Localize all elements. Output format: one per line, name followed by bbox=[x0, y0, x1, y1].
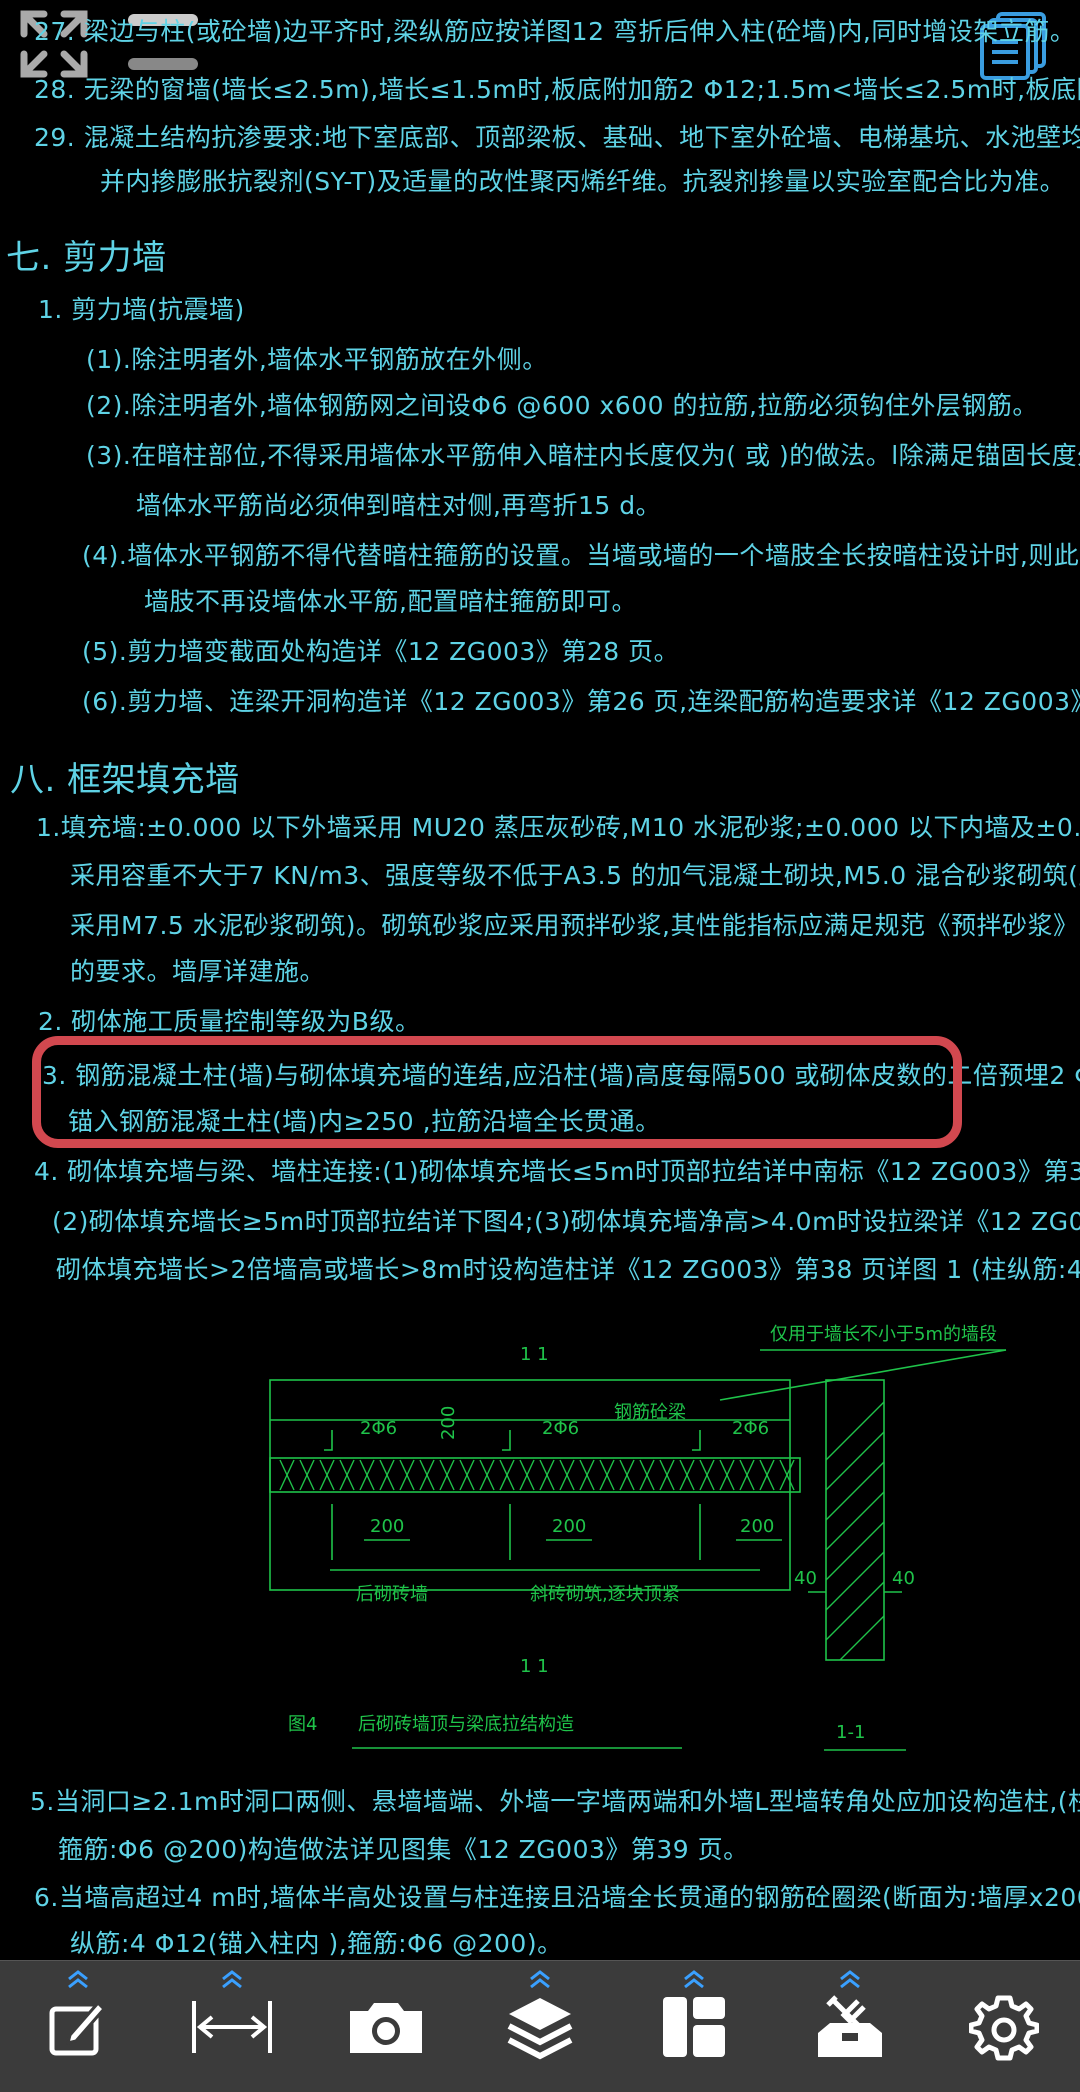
rebar-label: 2Φ6 bbox=[732, 1418, 769, 1439]
figure-title: 后砌砖墙顶与梁底拉结构造 bbox=[358, 1714, 574, 1735]
layers-icon bbox=[507, 1998, 573, 2060]
camera-button[interactable] bbox=[326, 1961, 446, 2092]
chevron-up-icon[interactable] bbox=[682, 1969, 706, 1989]
section-mark-bottom: 1 1 bbox=[520, 1656, 549, 1677]
dim-vertical: 200 bbox=[438, 1406, 459, 1440]
figure-number: 图4 bbox=[288, 1714, 317, 1735]
section-mark-top: 1 1 bbox=[520, 1344, 549, 1365]
camera-icon bbox=[350, 2003, 422, 2053]
sec8-line: (2)砌体填充墙长≥5m时顶部拉结详下图4;(3)砌体填充墙净高>4.0m时设拉… bbox=[52, 1207, 1080, 1236]
layout-button[interactable] bbox=[634, 1961, 754, 2092]
sec7-item: (5).剪力墙变截面处构造详《12 ZG003》第28 页。 bbox=[82, 637, 680, 666]
cad-drawing-canvas[interactable]: 27. 梁边与柱(或砼墙)边平齐时,梁纵筋应按详图12 弯折后伸入柱(砼墙)内,… bbox=[0, 0, 1080, 1960]
markup-highlight-box[interactable] bbox=[32, 1036, 962, 1148]
note-line-29-cont: 并内掺膨胀抗裂剂(SY-T)及适量的改性聚丙烯纤维。抗裂剂掺量以实验室配合比为准… bbox=[100, 167, 1066, 196]
section-7-title: 七. 剪力墙 bbox=[6, 238, 167, 278]
sec7-item: (1).除注明者外,墙体水平钢筋放在外侧。 bbox=[86, 345, 548, 374]
section-label: 1-1 bbox=[836, 1722, 865, 1743]
measure-icon bbox=[192, 2001, 272, 2053]
note-line-28: 28. 无梁的窗墙(墙长≤2.5m),墙长≤1.5m时,板底附加筋2 Φ12;1… bbox=[34, 75, 1080, 104]
sec8-line: 的要求。墙厚详建施。 bbox=[70, 957, 326, 986]
section-7-subtitle: 1. 剪力墙(抗震墙) bbox=[38, 295, 245, 324]
hatch-pattern bbox=[279, 1459, 795, 1491]
label-brick: 斜砖砌筑,逐块顶紧 bbox=[530, 1584, 680, 1605]
sec7-item: (6).剪力墙、连梁开洞构造详《12 ZG003》第26 页,连梁配筋构造要求详… bbox=[82, 687, 1080, 716]
sec8-line: 采用容重不大于7 KN/m3、强度等级不低于A3.5 的加气混凝土砌块,M5.0… bbox=[70, 861, 1080, 890]
dim-40-left: 40 bbox=[794, 1568, 817, 1589]
label-wall: 后砌砖墙 bbox=[356, 1584, 428, 1605]
rebar-label: 2Φ6 bbox=[542, 1418, 579, 1439]
section-8-title: 八. 框架填充墙 bbox=[10, 760, 240, 800]
overlay-handle-secondary bbox=[128, 58, 198, 70]
sec8-line: 2. 砌体施工质量控制等级为B级。 bbox=[38, 1007, 421, 1036]
sec7-item: (3).在暗柱部位,不得采用墙体水平筋伸入暗柱内长度仅为( 或 )的做法。l除满… bbox=[86, 441, 1080, 470]
layout-icon bbox=[663, 1997, 725, 2057]
sec7-item: 墙肢不再设墙体水平筋,配置暗柱箍筋即可。 bbox=[144, 587, 637, 616]
sec7-item: (2).除注明者外,墙体钢筋网之间设Φ6 @600 x600 的拉筋,拉筋必须钩… bbox=[86, 391, 1038, 420]
chevron-up-icon[interactable] bbox=[220, 1969, 244, 1989]
edit-icon bbox=[49, 2000, 107, 2056]
section-1-1-outline bbox=[825, 1379, 885, 1661]
sec8-line: 砌体填充墙长>2倍墙高或墙长>8m时设构造柱详《12 ZG003》第38 页详图… bbox=[56, 1255, 1080, 1284]
dim-40-right: 40 bbox=[892, 1568, 915, 1589]
layers-button[interactable] bbox=[480, 1961, 600, 2092]
sec7-item: (4).墙体水平钢筋不得代替暗柱箍筋的设置。当墙或墙的一个墙肢全长按暗柱设计时,… bbox=[82, 541, 1080, 570]
rebar-label: 2Φ6 bbox=[360, 1418, 397, 1439]
chevron-up-icon[interactable] bbox=[66, 1969, 90, 1989]
settings-icon bbox=[969, 1995, 1039, 2061]
chevron-up-icon[interactable] bbox=[838, 1969, 862, 1989]
dim-200: 200 bbox=[370, 1516, 404, 1537]
settings-button[interactable] bbox=[944, 1961, 1064, 2092]
dim-200: 200 bbox=[740, 1516, 774, 1537]
dim-200: 200 bbox=[552, 1516, 586, 1537]
sec8-line: 4. 砌体填充墙与梁、墙柱连接:(1)砌体填充墙长≤5m时顶部拉结详中南标《12… bbox=[34, 1157, 1080, 1186]
chevron-up-icon[interactable] bbox=[528, 1969, 552, 1989]
note-line-6: 6.当墙高超过4 m时,墙体半高处设置与柱连接且沿墙全长贯通的钢筋砼圈梁(断面为… bbox=[34, 1883, 1080, 1912]
toolbox-icon bbox=[818, 1995, 882, 2057]
note-line-29: 29. 混凝土结构抗渗要求:地下室底部、顶部梁板、基础、地下室外砼墙、电梯基坑、… bbox=[34, 123, 1080, 152]
sec7-item: 墙体水平筋尚必须伸到暗柱对侧,再弯折15 d。 bbox=[136, 491, 662, 520]
measure-tool-button[interactable] bbox=[172, 1961, 292, 2092]
figure-4-detail-drawing: 1 1 2Φ6 2Φ6 2Φ6 200 钢筋砼梁 仅用于墙长不小于5m的墙段 2… bbox=[269, 1324, 1007, 1751]
note-line-6-cont: 纵筋:4 Φ12(锚入柱内 ),箍筋:Φ6 @200)。 bbox=[70, 1929, 563, 1958]
bottom-toolbar bbox=[0, 1960, 1080, 2092]
sec8-line: 1.填充墙:±0.000 以下外墙采用 MU20 蒸压灰砂砖,M10 水泥砂浆;… bbox=[36, 813, 1080, 842]
sec8-line: 采用M7.5 水泥砂浆砌筑)。砌筑砂浆应采用预拌砂浆,其性能指标应满足规范《预拌… bbox=[70, 911, 1080, 940]
note-line-5: 5.当洞口≥2.1m时洞口两侧、悬墙墙端、外墙一字墙两端和外墙L型墙转角处应加设… bbox=[30, 1787, 1080, 1816]
edit-tool-button[interactable] bbox=[18, 1961, 138, 2092]
note-line-27: 27. 梁边与柱(或砼墙)边平齐时,梁纵筋应按详图12 弯折后伸入柱(砼墙)内,… bbox=[34, 17, 1076, 46]
toolbox-button[interactable] bbox=[790, 1961, 910, 2092]
beam-label: 钢筋砼梁 bbox=[614, 1402, 686, 1423]
note-right: 仅用于墙长不小于5m的墙段 bbox=[770, 1324, 997, 1345]
note-line-5-cont: 箍筋:Φ6 @200)构造做法详见图集《12 ZG003》第39 页。 bbox=[58, 1835, 749, 1864]
